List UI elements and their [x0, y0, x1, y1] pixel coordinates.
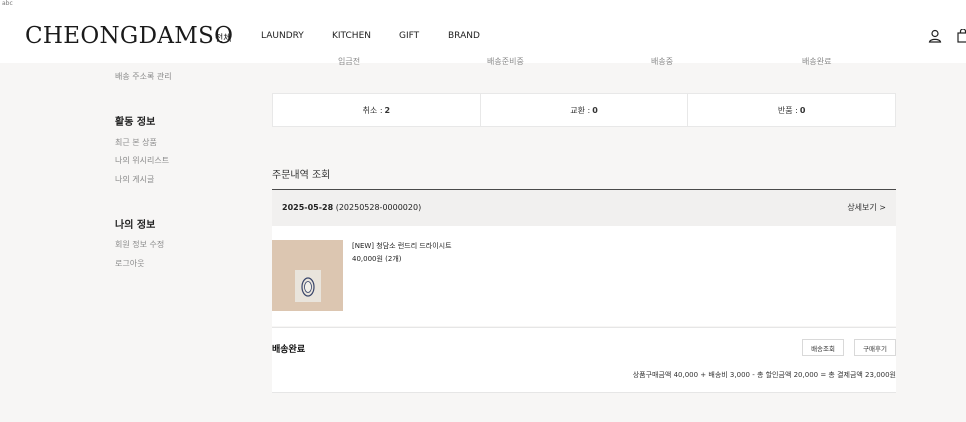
order-date: 2025-05-28	[282, 203, 334, 212]
product-price: 40,000원 (2개)	[352, 255, 402, 263]
sidebar-title-activity: 활동 정보	[115, 117, 156, 128]
payment-summary: 상품구매금액 40,000 + 배송비 3,000 - 총 할인금액 20,00…	[632, 371, 896, 379]
cancel-count[interactable]: 취소 :2	[273, 94, 481, 126]
track-shipment-button[interactable]: 배송조회	[802, 339, 844, 356]
bag-icon[interactable]	[956, 29, 966, 43]
order-date-number: 2025-05-28 (20250528-0000020)	[282, 203, 421, 212]
status-step-delivered: 배송완료	[802, 57, 832, 66]
nav-item-gift[interactable]: GIFT	[399, 31, 419, 41]
sidebar-title-my-info: 나의 정보	[115, 220, 156, 231]
order-header: 2025-05-28 (20250528-0000020) 상세보기 >	[272, 190, 896, 226]
product-image	[272, 240, 343, 311]
nav-item-kitchen[interactable]: KITCHEN	[332, 31, 371, 41]
return-count[interactable]: 반품 :0	[688, 94, 895, 126]
nav-item-all[interactable]: 전체	[215, 31, 232, 44]
order-detail-link[interactable]: 상세보기 >	[847, 202, 886, 213]
sidebar-item-edit-profile[interactable]: 회원 정보 수정	[115, 239, 164, 250]
order-number: (20250528-0000020)	[335, 203, 422, 212]
orders-section-title: 주문내역 조회	[272, 170, 331, 181]
status-step-shipping: 배송중	[651, 57, 674, 66]
product-name[interactable]: [NEW] 청담소 런드리 드라이시트	[352, 241, 452, 251]
nav-item-brand[interactable]: BRAND	[448, 31, 480, 41]
sidebar-item-recent[interactable]: 최근 본 상품	[115, 137, 157, 148]
top-strip-text: abc	[2, 0, 13, 7]
product-thumbnail[interactable]	[272, 240, 343, 311]
sidebar-item-address[interactable]: 배송 주소록 관리	[115, 71, 172, 82]
order-item: [NEW] 청담소 런드리 드라이시트 40,000원 (2개)	[272, 226, 896, 326]
shipping-status: 배송완료	[272, 345, 306, 355]
user-icon[interactable]	[928, 29, 942, 43]
claim-counts: 취소 :2 교환 :0 반품 :0	[272, 93, 896, 127]
status-step-preparing: 배송준비중	[487, 57, 524, 66]
status-step-awaiting-payment: 입금전	[338, 57, 361, 66]
exchange-count[interactable]: 교환 :0	[481, 94, 689, 126]
sidebar-item-logout[interactable]: 로그아웃	[115, 258, 144, 269]
site-logo[interactable]: CHEONGDAMSO	[25, 23, 233, 49]
write-review-button[interactable]: 구매후기	[854, 339, 896, 356]
nav-item-laundry[interactable]: LAUNDRY	[261, 31, 304, 41]
shipping-box: 배송완료 배송조회 구매후기 상품구매금액 40,000 + 배송비 3,000…	[272, 327, 896, 393]
sidebar-item-posts[interactable]: 나의 게시글	[115, 174, 154, 185]
sidebar-item-wishlist[interactable]: 나의 위시리스트	[115, 155, 169, 166]
